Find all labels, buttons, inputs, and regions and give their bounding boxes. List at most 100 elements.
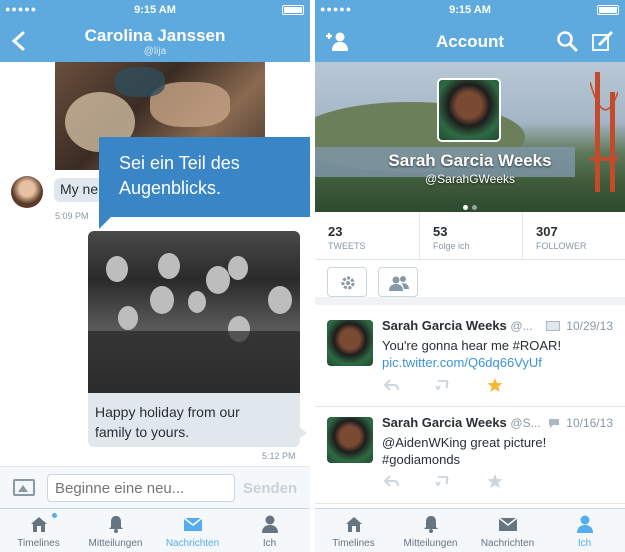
tab-notifications[interactable]: Mitteilungen bbox=[392, 509, 469, 552]
stat-tweets[interactable]: 23 TWEETS bbox=[315, 212, 419, 260]
incoming-message-time: 5:09 PM bbox=[55, 211, 89, 221]
retweet-icon[interactable] bbox=[435, 378, 451, 392]
conversation-title: Carolina Janssen bbox=[84, 26, 226, 45]
tab-me-label: Ich bbox=[577, 538, 592, 549]
status-bar: ●●●●● 9:15 AM bbox=[0, 0, 310, 20]
stat-following-label: Folge ich bbox=[433, 241, 470, 251]
reply-icon[interactable] bbox=[383, 378, 399, 392]
outgoing-message-time: 5:12 PM bbox=[262, 451, 296, 461]
lists-button[interactable] bbox=[378, 267, 418, 297]
home-icon bbox=[346, 517, 362, 532]
status-time: 9:15 AM bbox=[449, 4, 491, 16]
compose-icon[interactable] bbox=[591, 30, 615, 52]
profile-handle: @SarahGWeeks bbox=[425, 172, 515, 186]
tweet-text-line2: #godiamonds bbox=[382, 452, 461, 467]
tab-notifications[interactable]: Mitteilungen bbox=[77, 509, 154, 552]
stat-following[interactable]: 53 Folge ich bbox=[419, 212, 522, 260]
tweet-text-line1: @AidenWKing great picture! bbox=[382, 435, 547, 450]
account-screen: ●●●●● 9:15 AM Account Sarah Garcia Weeks… bbox=[315, 0, 625, 552]
settings-button[interactable] bbox=[327, 267, 367, 297]
tab-timelines[interactable]: Timelines bbox=[0, 509, 77, 552]
tweet-actions bbox=[383, 474, 513, 488]
outgoing-message-line2: family to yours. bbox=[95, 424, 190, 440]
status-bar: ●●●●● 9:15 AM bbox=[315, 0, 625, 20]
stat-tweets-value: 23 bbox=[328, 224, 343, 239]
chat-header: Carolina Janssen @lija bbox=[0, 20, 310, 62]
gear-icon bbox=[341, 276, 355, 290]
profile-actions bbox=[315, 260, 625, 305]
family-photo[interactable] bbox=[88, 231, 300, 393]
tweet-text: You're gonna hear me #ROAR! bbox=[382, 338, 562, 353]
search-icon[interactable] bbox=[555, 30, 579, 52]
status-time: 9:15 AM bbox=[134, 4, 176, 16]
profile-stats: 23 TWEETS 53 Folge ich 307 FOLLOWER bbox=[315, 212, 625, 260]
outgoing-message-bubble[interactable]: Happy holiday from our family to yours. bbox=[88, 393, 307, 447]
tab-bar: Timelines Mitteilungen Nachrichten Ich bbox=[0, 508, 310, 552]
tab-me[interactable]: Ich bbox=[546, 509, 623, 552]
person-icon bbox=[262, 515, 278, 533]
battery-icon bbox=[282, 5, 304, 15]
tab-notifications-label: Mitteilungen bbox=[88, 538, 143, 549]
tweet-author[interactable]: Sarah Garcia Weeks bbox=[382, 415, 507, 430]
tab-timelines-label: Timelines bbox=[17, 538, 60, 549]
unread-dot bbox=[52, 513, 57, 518]
message-input[interactable] bbox=[47, 474, 235, 502]
person-icon bbox=[577, 515, 593, 533]
promo-callout: Sei ein Teil des Augenblicks. bbox=[99, 137, 310, 229]
envelope-icon bbox=[498, 517, 518, 531]
outgoing-message-line1: Happy holiday from our bbox=[95, 404, 240, 420]
tweet-actions bbox=[383, 378, 513, 392]
favorite-star-icon[interactable] bbox=[487, 378, 503, 392]
incoming-message-text: My ne bbox=[60, 181, 99, 197]
profile-banner[interactable]: Sarah Garcia Weeks @SarahGWeeks bbox=[315, 62, 625, 212]
tab-notifications-label: Mitteilungen bbox=[403, 538, 458, 549]
tweet-handle: @S... bbox=[510, 416, 541, 430]
profile-name: Sarah Garcia Weeks bbox=[388, 151, 552, 170]
tab-me-label: Ich bbox=[262, 538, 277, 549]
home-icon bbox=[31, 517, 47, 532]
reply-indicator-icon bbox=[548, 419, 559, 428]
tab-messages[interactable]: Nachrichten bbox=[154, 509, 231, 552]
tab-timelines-label: Timelines bbox=[332, 538, 375, 549]
send-button[interactable]: Senden bbox=[243, 480, 297, 497]
tweet-avatar[interactable] bbox=[327, 417, 373, 463]
sender-avatar[interactable] bbox=[11, 176, 43, 208]
tweet-item[interactable]: Sarah Garcia Weeks @S... 10/16/13 @Aiden… bbox=[315, 407, 625, 504]
tab-bar: Timelines Mitteilungen Nachrichten Ich bbox=[315, 508, 625, 552]
message-composer: Senden bbox=[0, 466, 310, 508]
tab-messages-label: Nachrichten bbox=[480, 538, 535, 549]
photo-indicator-icon bbox=[545, 321, 560, 331]
promo-callout-line2: Augenblicks. bbox=[119, 178, 222, 198]
stat-followers-label: FOLLOWER bbox=[536, 241, 587, 251]
image-attach-icon[interactable] bbox=[13, 479, 35, 496]
tweet-handle: @... bbox=[510, 319, 533, 333]
promo-callout-line1: Sei ein Teil des bbox=[119, 153, 240, 173]
favorite-star-icon[interactable] bbox=[487, 474, 503, 488]
stat-following-value: 53 bbox=[433, 224, 448, 239]
tab-messages-label: Nachrichten bbox=[165, 538, 220, 549]
tweet-item[interactable]: Sarah Garcia Weeks @... 10/29/13 You're … bbox=[315, 310, 625, 407]
profile-avatar[interactable] bbox=[437, 78, 501, 142]
stat-tweets-label: TWEETS bbox=[328, 241, 366, 251]
tweet-avatar[interactable] bbox=[327, 320, 373, 366]
conversation-handle: @lija bbox=[143, 46, 167, 57]
stat-followers-value: 307 bbox=[536, 224, 558, 239]
battery-icon bbox=[597, 5, 619, 15]
tab-me[interactable]: Ich bbox=[231, 509, 308, 552]
bell-icon bbox=[424, 516, 438, 533]
bell-icon bbox=[109, 516, 123, 533]
people-icon bbox=[389, 276, 409, 291]
account-header: Account bbox=[315, 20, 625, 62]
tab-messages[interactable]: Nachrichten bbox=[469, 509, 546, 552]
tweet-date: 10/16/13 bbox=[566, 416, 613, 430]
stat-followers[interactable]: 307 FOLLOWER bbox=[522, 212, 625, 260]
banner-pager[interactable] bbox=[461, 197, 479, 212]
retweet-icon[interactable] bbox=[435, 474, 451, 488]
tweet-link[interactable]: pic.twitter.com/Q6dq66VyUf bbox=[382, 354, 612, 371]
chat-screen: ●●●●● 9:15 AM Carolina Janssen @lija My … bbox=[0, 0, 310, 552]
tweet-author[interactable]: Sarah Garcia Weeks bbox=[382, 318, 507, 333]
tweet-date: 10/29/13 bbox=[566, 319, 613, 333]
reply-icon[interactable] bbox=[383, 474, 399, 488]
tab-timelines[interactable]: Timelines bbox=[315, 509, 392, 552]
envelope-icon bbox=[183, 517, 203, 531]
